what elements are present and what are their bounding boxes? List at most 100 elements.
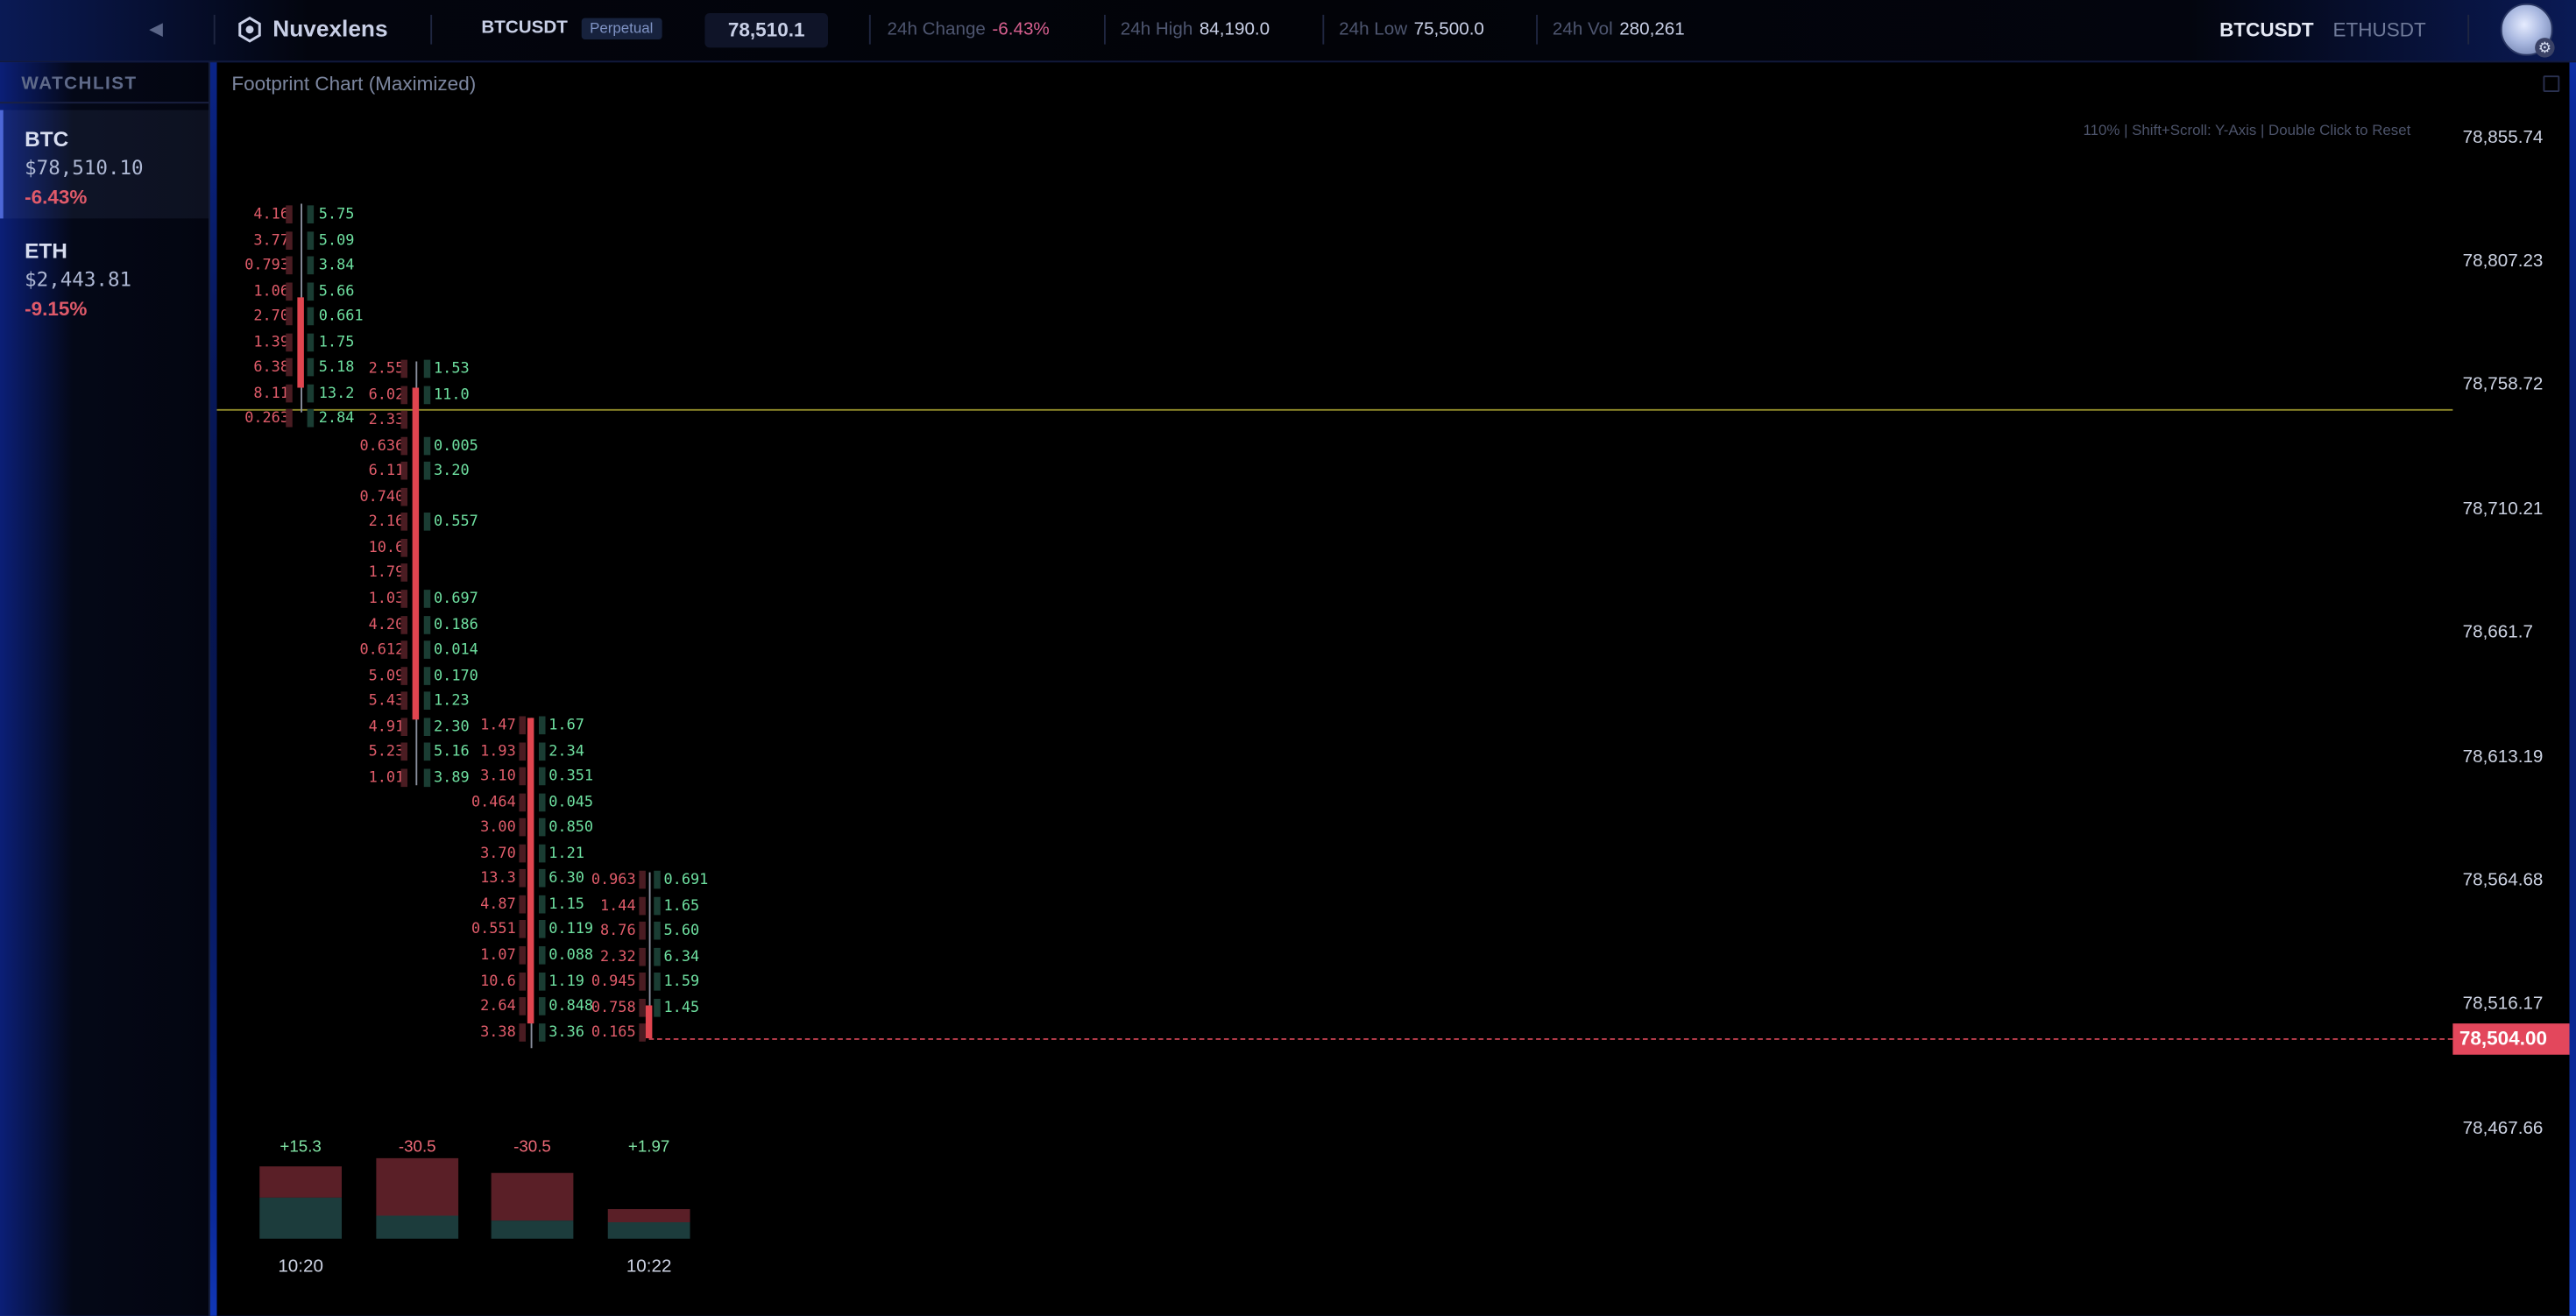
bid-volume: 4.16 [253, 207, 289, 223]
stat-value: -6.43% [992, 19, 1050, 40]
chart-title: Footprint Chart (Maximized) [231, 72, 477, 96]
bid-volume: 2.16 [368, 514, 405, 532]
watchlist-item-eth[interactable]: ETH $2,443.81 -9.15% [0, 222, 209, 330]
bid-volume-bar [286, 230, 293, 250]
watchlist-title: WATCHLIST [21, 74, 138, 94]
restore-window-icon[interactable] [2543, 75, 2560, 92]
y-axis-tick: 78,467.66 [2462, 1118, 2544, 1139]
stat-value: 75,500.0 [1413, 19, 1484, 40]
bid-volume: 2.64 [480, 999, 516, 1015]
y-axis-tick: 78,758.72 [2462, 374, 2544, 395]
bid-volume-bar [519, 844, 526, 862]
sell-volume-bar [491, 1172, 574, 1221]
ask-volume: 0.045 [548, 794, 594, 811]
bid-volume: 1.01 [368, 769, 405, 787]
ask-volume-bar [539, 716, 546, 735]
bid-volume: 2.55 [368, 361, 405, 379]
symbol-tab-btcusdt[interactable]: BTCUSDT [2219, 18, 2313, 41]
ask-volume-bar [307, 281, 315, 301]
ask-volume-bar [423, 462, 431, 480]
bid-volume-bar [639, 947, 646, 966]
ask-volume: 0.557 [434, 514, 478, 532]
gear-icon[interactable]: ⚙ [2535, 38, 2555, 58]
bid-volume: 0.263 [244, 411, 289, 428]
bid-volume-bar [286, 384, 293, 403]
candle-body [645, 1005, 653, 1038]
ask-volume: 3.84 [318, 258, 355, 275]
watchlist-symbol: ETH [25, 237, 67, 263]
bid-volume: 0.963 [591, 872, 636, 889]
symbol-tab-ethusdt[interactable]: ETHUSDT [2333, 18, 2426, 41]
bid-volume-bar [400, 742, 407, 761]
ask-volume-bar [423, 742, 431, 761]
bid-volume-bar [519, 741, 526, 761]
bid-volume-bar [639, 922, 646, 940]
ask-volume-bar [423, 436, 431, 455]
ask-volume: 0.661 [318, 308, 364, 326]
candle-body [297, 297, 304, 388]
bid-volume: 2.33 [368, 412, 405, 429]
bid-volume: 3.10 [480, 768, 516, 786]
bid-volume: 1.44 [599, 897, 636, 915]
bid-volume-bar [400, 615, 407, 633]
ask-volume-bar [423, 385, 431, 404]
ask-volume-bar [539, 767, 546, 786]
bid-volume: 6.38 [253, 360, 289, 377]
bid-volume: 3.77 [253, 232, 289, 250]
bid-volume: 10.6 [480, 973, 516, 990]
collapse-sidebar-icon[interactable]: ◀ [145, 18, 167, 41]
topbar-divider [2467, 14, 2470, 45]
ask-volume-bar [423, 768, 431, 787]
bid-volume: 1.03 [368, 591, 405, 608]
stat-label: 24h Low [1339, 19, 1408, 40]
ask-volume-bar [654, 922, 661, 940]
last-price-line [640, 1038, 2453, 1040]
ask-volume-bar [307, 230, 315, 250]
watchlist-divider [0, 102, 209, 104]
ask-volume: 1.67 [548, 718, 584, 735]
y-axis-tick: 78,516.17 [2462, 994, 2544, 1014]
ask-volume: 0.351 [548, 768, 594, 786]
ask-volume-bar [539, 741, 546, 761]
bid-volume-bar [400, 590, 407, 608]
x-axis-time-label: 10:22 [626, 1256, 672, 1277]
ask-volume-bar [539, 818, 546, 837]
ask-volume-bar [307, 307, 315, 326]
bid-volume: 0.636 [359, 437, 405, 455]
ask-volume-bar [307, 409, 315, 428]
bid-volume: 1.47 [480, 718, 516, 735]
brand-logo-icon [238, 16, 261, 43]
stat-24h-change: 24h Change -6.43% [888, 20, 1050, 40]
ask-volume-bar [423, 513, 431, 532]
watchlist-price: $78,510.10 [25, 156, 144, 180]
bid-volume: 1.06 [253, 283, 289, 301]
bid-volume-bar [400, 691, 407, 711]
ask-volume-bar [539, 869, 546, 888]
ask-volume-bar [539, 844, 546, 862]
chart-hint: 110% | Shift+Scroll: Y-Axis | Double Cli… [2083, 121, 2411, 138]
y-axis-tick: 78,613.19 [2462, 747, 2544, 768]
bid-volume-bar [286, 307, 293, 326]
last-price-tag: 78,504.00 [2452, 1023, 2570, 1055]
bid-volume-bar [400, 538, 407, 557]
y-axis-tick: 78,807.23 [2462, 251, 2544, 272]
watchlist-price: $2,443.81 [25, 267, 132, 291]
price-level-line [216, 408, 2453, 411]
volume-delta-label: +1.97 [627, 1138, 670, 1157]
bid-volume: 3.38 [480, 1024, 516, 1041]
sell-volume-bar [376, 1157, 459, 1216]
footprint-chart-panel[interactable]: Footprint Chart (Maximized) 110% | Shift… [216, 62, 2570, 1316]
bid-volume: 3.00 [480, 819, 516, 837]
ask-volume-bar [539, 997, 546, 1015]
ask-volume: 5.66 [318, 283, 355, 301]
ask-volume-bar [423, 717, 431, 736]
watchlist-item-btc[interactable]: BTC $78,510.10 -6.43% [0, 110, 209, 219]
ask-volume-bar [654, 895, 661, 915]
ask-volume-bar [423, 640, 431, 659]
bid-volume-bar [519, 1022, 526, 1041]
ask-volume: 1.45 [663, 1000, 700, 1017]
ask-volume: 0.691 [663, 872, 709, 889]
active-indicator [0, 110, 4, 219]
ask-volume: 1.65 [663, 897, 700, 915]
bid-volume: 0.165 [591, 1025, 636, 1043]
